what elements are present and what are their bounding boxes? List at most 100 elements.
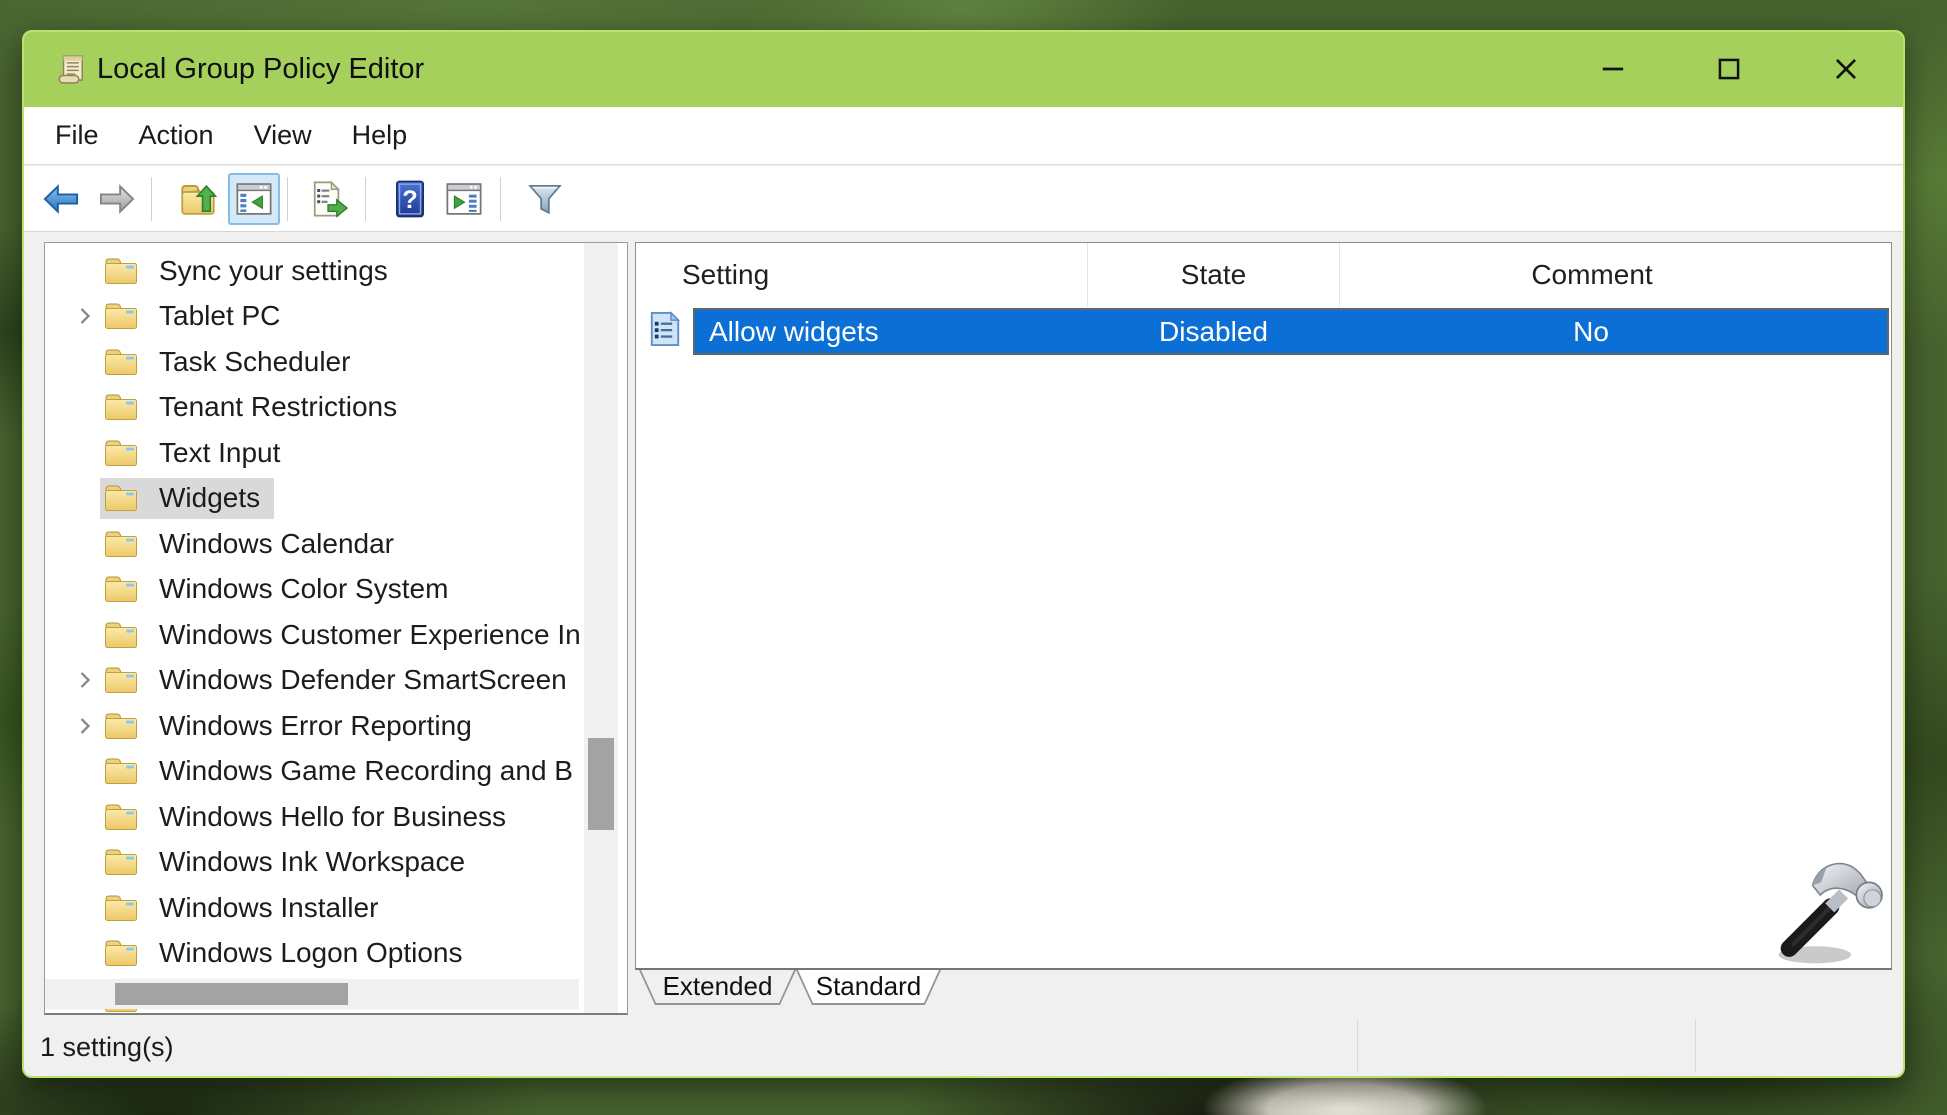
folder-icon	[103, 438, 139, 468]
forward-button[interactable]	[95, 177, 139, 221]
chevron-spacer	[70, 347, 100, 377]
folder-icon	[103, 483, 139, 513]
show-properties-button[interactable]	[442, 177, 486, 221]
maximize-icon	[1712, 52, 1746, 86]
tab-extended[interactable]: Extended	[639, 970, 796, 1005]
status-separator	[1357, 1020, 1358, 1072]
tree-item-windows-defender-smartscreen[interactable]: Windows Defender SmartScreen	[45, 658, 590, 704]
tree-item-label: Windows Installer	[159, 892, 378, 924]
up-one-level-button[interactable]	[176, 177, 220, 221]
menu-help[interactable]: Help	[352, 120, 408, 151]
tree-item-text-input[interactable]: Text Input	[45, 430, 590, 476]
filter-icon	[524, 178, 566, 220]
toolbar-separator	[287, 177, 288, 221]
minimize-button[interactable]	[1582, 42, 1644, 96]
status-separator	[1695, 1020, 1696, 1072]
tree-item-windows-ink-workspace[interactable]: Windows Ink Workspace	[45, 840, 590, 886]
tree-item-label: Windows Defender SmartScreen	[159, 664, 567, 696]
export-list-icon	[306, 178, 348, 220]
tab-standard[interactable]: Standard	[796, 970, 941, 1005]
chevron-spacer	[70, 574, 100, 604]
title-bar[interactable]: Local Group Policy Editor	[24, 32, 1903, 107]
folder-icon	[103, 392, 139, 422]
tree-vertical-scrollbar-thumb[interactable]	[588, 738, 614, 830]
tab-standard-label[interactable]: Standard	[798, 970, 939, 1003]
tree-item-windows-installer[interactable]: Windows Installer	[45, 885, 590, 931]
setting-cell: Allow widgets	[695, 316, 1088, 348]
status-text: 1 setting(s)	[40, 1018, 174, 1076]
policy-setting-icon	[648, 309, 682, 349]
help-icon: ?	[389, 178, 431, 220]
tree-horizontal-scrollbar-thumb[interactable]	[115, 983, 348, 1005]
column-header-state[interactable]: State	[1088, 243, 1340, 307]
state-cell: Disabled	[1088, 316, 1339, 348]
maximize-button[interactable]	[1698, 42, 1760, 96]
close-button[interactable]	[1815, 42, 1877, 96]
folder-icon	[103, 847, 139, 877]
chevron-spacer	[70, 392, 100, 422]
tab-extended-label[interactable]: Extended	[641, 970, 794, 1003]
chevron-spacer	[70, 483, 100, 513]
folder-icon	[103, 529, 139, 559]
tree-vertical-scrollbar[interactable]	[584, 243, 618, 1013]
tree-item-windows-error-reporting[interactable]: Windows Error Reporting	[45, 703, 590, 749]
tree-item-windows-game-recording[interactable]: Windows Game Recording and B	[45, 749, 590, 795]
chevron-spacer	[70, 847, 100, 877]
tree-item-label: Windows Ink Workspace	[159, 846, 465, 878]
tree-item-label: Widgets	[159, 482, 260, 514]
tree-item-task-scheduler[interactable]: Task Scheduler	[45, 339, 590, 385]
status-bar: 1 setting(s)	[24, 1018, 1903, 1076]
chevron-right-icon[interactable]	[70, 301, 100, 331]
tree-item-label: Windows Game Recording and B	[159, 755, 573, 787]
chevron-spacer	[70, 256, 100, 286]
tree-item-windows-hello-for-business[interactable]: Windows Hello for Business	[45, 794, 590, 840]
tree-item-label: Windows Hello for Business	[159, 801, 506, 833]
selected-tree-item[interactable]: Widgets	[100, 478, 274, 519]
tree-item-label: Tenant Restrictions	[159, 391, 397, 423]
chevron-spacer	[70, 756, 100, 786]
chevron-right-icon[interactable]	[70, 665, 100, 695]
gpedit-scroll-icon	[55, 52, 89, 86]
toolbar-separator	[500, 177, 501, 221]
chevron-spacer	[70, 893, 100, 923]
show-console-tree-button[interactable]	[232, 177, 276, 221]
tree-item-tenant-restrictions[interactable]: Tenant Restrictions	[45, 385, 590, 431]
setting-row-allow-widgets[interactable]: Allow widgets Disabled No	[693, 308, 1889, 355]
forward-icon	[96, 178, 138, 220]
tree-item-label: Task Scheduler	[159, 346, 350, 378]
tree-item-label: Tablet PC	[159, 300, 280, 332]
close-icon	[1829, 52, 1863, 86]
folder-icon	[103, 620, 139, 650]
folder-icon	[103, 256, 139, 286]
tree-item-windows-logon-options[interactable]: Windows Logon Options	[45, 931, 590, 977]
chevron-right-icon[interactable]	[70, 711, 100, 741]
help-button[interactable]: ?	[388, 177, 432, 221]
export-list-button[interactable]	[305, 177, 349, 221]
chevron-spacer	[70, 938, 100, 968]
back-icon	[40, 178, 82, 220]
tree-item-widgets[interactable]: Widgets	[45, 476, 590, 522]
menu-action[interactable]: Action	[139, 120, 214, 151]
back-button[interactable]	[39, 177, 83, 221]
menu-bar: File Action View Help	[24, 107, 1903, 165]
folder-icon	[103, 802, 139, 832]
folder-icon	[103, 665, 139, 695]
folder-icon	[103, 756, 139, 786]
up-one-level-icon	[177, 178, 219, 220]
menu-file[interactable]: File	[55, 120, 99, 151]
tree-item-windows-customer-experience[interactable]: Windows Customer Experience In	[45, 612, 590, 658]
tree-item-windows-calendar[interactable]: Windows Calendar	[45, 521, 590, 567]
tree-horizontal-scrollbar[interactable]	[45, 979, 579, 1009]
chevron-spacer	[70, 529, 100, 559]
tree-item-sync-your-settings[interactable]: Sync your settings	[45, 248, 590, 294]
svg-text:?: ?	[402, 186, 418, 214]
tree-item-windows-color-system[interactable]: Windows Color System	[45, 567, 590, 613]
folder-icon	[103, 347, 139, 377]
column-header-setting[interactable]: Setting	[636, 243, 1088, 307]
column-header-comment[interactable]: Comment	[1340, 243, 1844, 307]
tree-item-tablet-pc[interactable]: Tablet PC	[45, 294, 590, 340]
tree-item-label: Sync your settings	[159, 255, 388, 287]
filter-button[interactable]	[523, 177, 567, 221]
window-title: Local Group Policy Editor	[97, 32, 424, 107]
menu-view[interactable]: View	[254, 120, 312, 151]
